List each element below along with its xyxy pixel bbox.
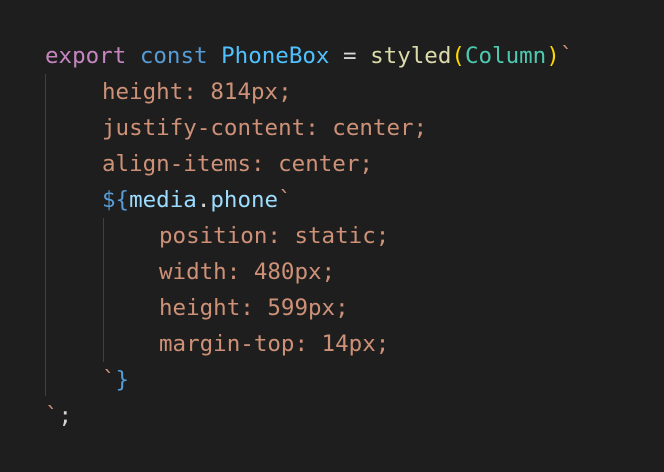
code-editor[interactable]: export const PhoneBox = styled(Column)` … bbox=[0, 0, 664, 472]
media-object: media bbox=[129, 187, 197, 213]
code-line-2: height: 814px; bbox=[102, 79, 292, 105]
nested-template-open-backtick: ` bbox=[278, 187, 292, 213]
code-line-10: `} bbox=[102, 362, 129, 398]
template-open-backtick: ` bbox=[559, 43, 574, 69]
close-paren: ) bbox=[546, 43, 560, 69]
indent-guide-inner bbox=[103, 218, 104, 362]
interpolation-close: } bbox=[115, 367, 130, 393]
template-close-backtick: ` bbox=[45, 403, 59, 429]
nested-template-close-backtick: ` bbox=[102, 367, 116, 393]
open-paren: ( bbox=[451, 43, 465, 69]
indent-guide-outer bbox=[45, 74, 46, 396]
code-line-9: margin-top: 14px; bbox=[159, 331, 390, 357]
column-argument: Column bbox=[464, 43, 547, 69]
code-line-5: ${media.phone` bbox=[102, 182, 292, 218]
interpolation-open: ${ bbox=[102, 187, 130, 213]
code-line-6: position: static; bbox=[159, 223, 390, 249]
code-line-4: align-items: center; bbox=[102, 151, 373, 177]
member-dot: . bbox=[196, 187, 211, 213]
phone-property: phone bbox=[210, 187, 279, 213]
component-name: PhoneBox bbox=[221, 43, 330, 69]
export-keyword: export bbox=[45, 43, 127, 69]
code-line-8: height: 599px; bbox=[159, 295, 349, 321]
const-keyword: const bbox=[139, 43, 208, 69]
code-line-3: justify-content: center; bbox=[102, 115, 428, 141]
code-line-1: export const PhoneBox = styled(Column)` bbox=[45, 38, 573, 74]
code-line-11: `; bbox=[45, 398, 72, 434]
statement-semicolon: ; bbox=[58, 403, 73, 429]
assign-operator: = bbox=[329, 43, 371, 69]
code-line-7: width: 480px; bbox=[159, 259, 336, 285]
styled-function: styled bbox=[370, 43, 452, 69]
